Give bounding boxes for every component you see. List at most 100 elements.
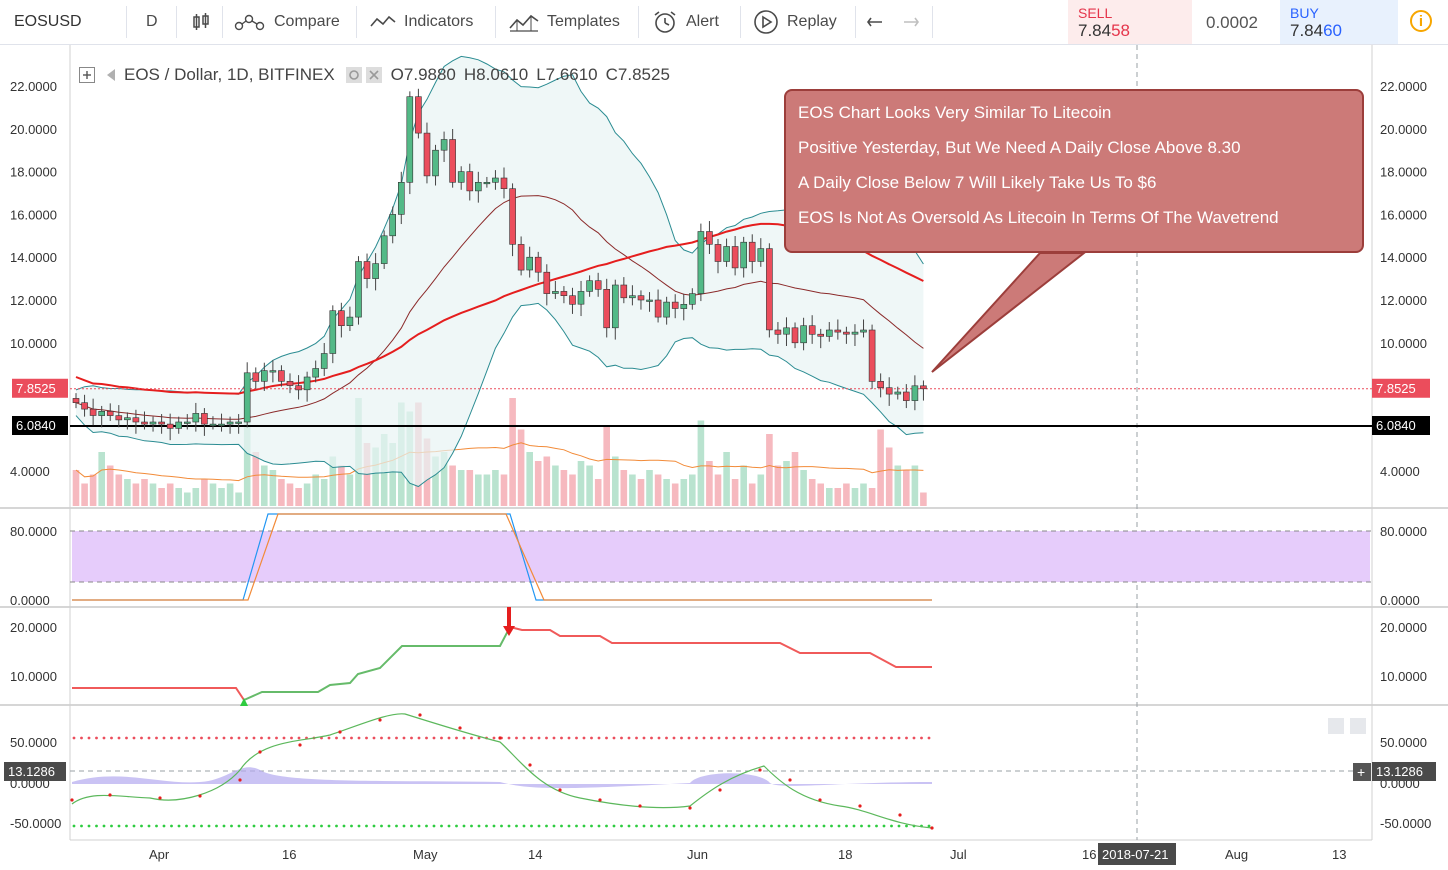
overbought-dot: [147, 736, 151, 740]
price-tick-right: 16.0000: [1380, 207, 1427, 222]
wave-signal-dot: [688, 806, 692, 810]
replay-button[interactable]: Replay: [753, 0, 837, 44]
volume-bar: [834, 488, 842, 506]
indicators-button[interactable]: Indicators: [370, 0, 473, 44]
overbought-dot: [680, 736, 683, 740]
candle-up: [218, 423, 225, 426]
buy-button[interactable]: BUY 7.8460: [1280, 0, 1398, 44]
candle-down: [132, 417, 140, 423]
redo-button[interactable]: [900, 0, 928, 44]
overbought-dot: [650, 736, 653, 740]
legend-close: C7.8525: [605, 65, 670, 84]
candle-down: [517, 244, 525, 271]
overbought-dot: [710, 736, 713, 740]
toolbar-divider: [356, 6, 357, 38]
volume-bar: [543, 456, 551, 506]
volume-bar: [800, 470, 807, 506]
oversold-dot: [507, 824, 511, 828]
info-icon[interactable]: i: [1410, 10, 1432, 32]
oversold-dot: [102, 824, 106, 828]
overbought-dot: [582, 736, 586, 740]
alert-button[interactable]: Alert: [652, 0, 719, 44]
volume-bar: [629, 474, 636, 506]
oversold-dot: [447, 824, 451, 828]
compare-icon: [234, 14, 265, 31]
templates-button[interactable]: Templates: [509, 0, 620, 44]
candle-up: [329, 310, 337, 354]
wave-signal-dot: [528, 763, 532, 767]
volume-bar: [483, 474, 491, 506]
spread-display: 0.0002: [1194, 0, 1278, 44]
candle-down: [89, 408, 97, 416]
sell-button[interactable]: SELL 7.8458: [1068, 0, 1192, 44]
time-tick: May: [413, 847, 438, 862]
wave-signal-dot: [858, 804, 862, 808]
expand-legend-icon[interactable]: [78, 66, 96, 84]
volume-bar: [817, 483, 824, 506]
volume-bar: [517, 429, 525, 506]
interval-button[interactable]: D: [146, 0, 158, 44]
oversold-dot: [327, 824, 331, 828]
indicators-label: Indicators: [404, 13, 474, 30]
overbought-dot: [590, 736, 593, 740]
oversold-dot: [732, 824, 736, 828]
symbol-search[interactable]: EOSUSD: [14, 0, 82, 44]
oversold-dot: [747, 824, 751, 828]
oversold-dot: [192, 824, 196, 828]
oversold-dot: [320, 824, 323, 828]
oversold-dot: [312, 824, 316, 828]
candle-down: [877, 380, 884, 388]
overbought-dot: [552, 736, 556, 740]
candle-down: [534, 256, 542, 273]
volume-bar: [646, 470, 653, 506]
overbought-dot: [792, 736, 796, 740]
oversold-dot: [537, 824, 541, 828]
oversold-dot: [770, 824, 773, 828]
oversold-dot: [147, 824, 151, 828]
annotation-callout[interactable]: EOS Chart Looks Very Similar To Litecoin…: [784, 89, 1364, 253]
candle-down: [166, 423, 174, 429]
volume-bar: [731, 479, 739, 506]
overbought-dot: [875, 736, 878, 740]
volume-bar: [192, 488, 200, 506]
oversold-dot: [515, 824, 518, 828]
volume-bar: [706, 461, 713, 506]
price-tick-left: 4.0000: [10, 464, 50, 479]
undo-button[interactable]: [866, 0, 894, 44]
close-series-icon[interactable]: [365, 66, 383, 84]
oversold-dot: [95, 824, 98, 828]
oversold-dot: [462, 824, 466, 828]
wave-signal-dot: [338, 730, 342, 734]
oversold-dot: [860, 824, 863, 828]
overbought-dot: [245, 736, 248, 740]
collapse-arrow-icon[interactable]: [102, 67, 118, 83]
candle-up: [663, 301, 670, 318]
overbought-dot: [657, 736, 661, 740]
volume-bar: [603, 425, 610, 506]
overbought-dot: [920, 736, 923, 740]
wave-signal-dot: [458, 726, 462, 730]
oversold-dot: [207, 824, 211, 828]
volume-bar: [894, 465, 902, 506]
oversold-dot: [410, 824, 413, 828]
candle-up: [355, 261, 362, 318]
chart-style-button[interactable]: [191, 0, 219, 44]
volume-bar: [748, 483, 756, 506]
wave-signal-dot: [818, 798, 822, 802]
time-tick: Aug: [1225, 847, 1248, 862]
compare-button[interactable]: Compare: [234, 0, 340, 44]
settings-gear-icon[interactable]: [345, 66, 363, 84]
oversold-dot: [597, 824, 601, 828]
volume-bar: [235, 492, 242, 506]
candle-up: [406, 96, 414, 183]
volume-bar: [843, 483, 850, 506]
trend-tick: 10.0000: [10, 669, 57, 684]
overbought-dot: [717, 736, 721, 740]
oversold-dot: [612, 824, 616, 828]
volume-bar: [791, 452, 799, 506]
volume-bar: [620, 470, 628, 506]
oversold-dot: [680, 824, 683, 828]
candles-icon: [193, 13, 209, 30]
candle-down: [920, 385, 927, 390]
volume-bar: [723, 452, 730, 506]
